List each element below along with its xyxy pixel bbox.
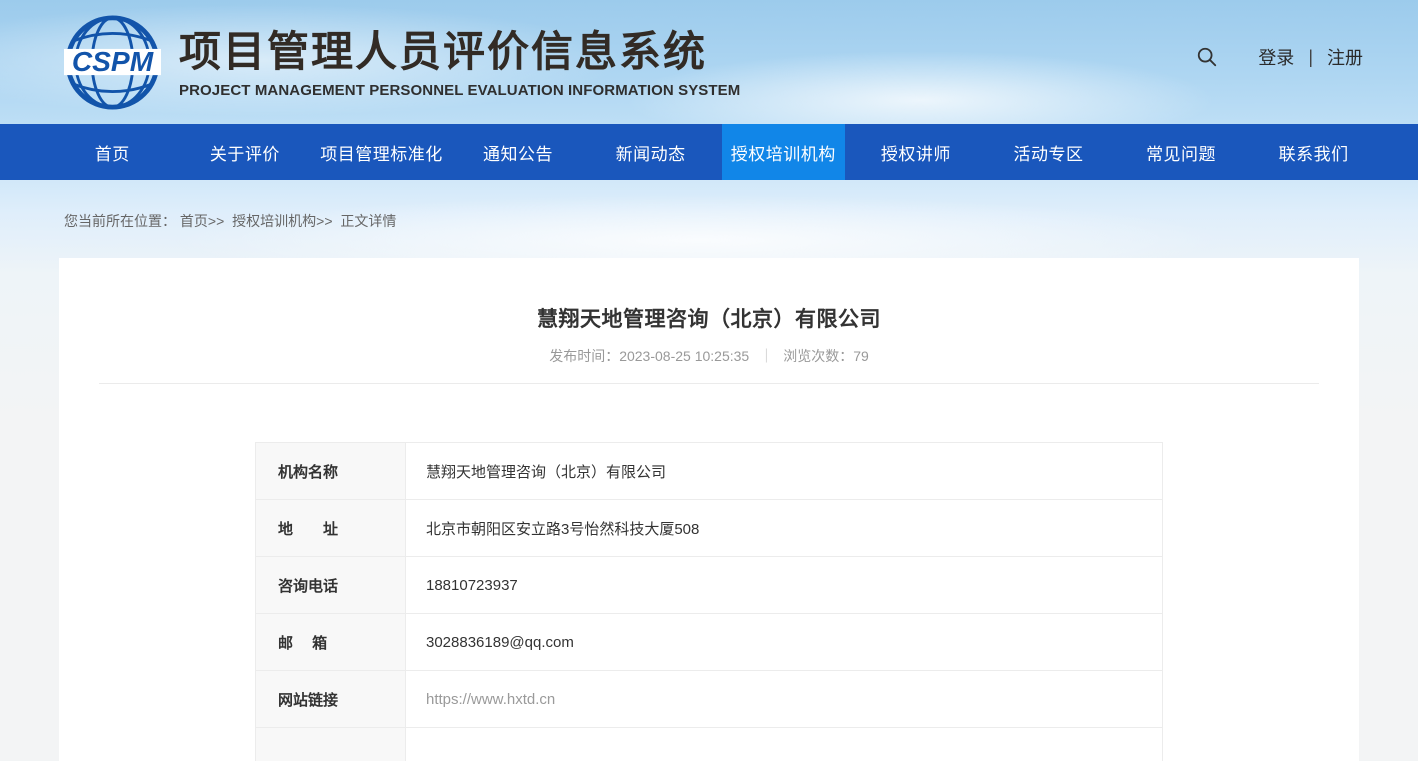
publish-time-label: 发布时间： [549, 348, 619, 364]
nav-link-authorized-lecturers[interactable]: 授权讲师 [872, 124, 960, 180]
table-row-email: 邮 箱 3028836189@qq.com [256, 614, 1163, 671]
table-row-website: 网站链接 https://www.hxtd.cn [256, 671, 1163, 728]
breadcrumb: 您当前所在位置： 首页>> 授权培训机构>> 正文详情 [64, 211, 1418, 231]
article-meta: 发布时间：2023-08-25 10:25:35 ｜ 浏览次数：79 [59, 346, 1359, 366]
cspm-globe-logo: CSPM [64, 14, 161, 111]
nav-item-notices[interactable]: 通知公告 [452, 124, 585, 180]
nav-item-news[interactable]: 新闻动态 [584, 124, 717, 180]
breadcrumb-separator: >> [208, 213, 224, 229]
breadcrumb-link-authorized-training-orgs[interactable]: 授权培训机构 [232, 213, 316, 229]
table-row-org-name: 机构名称 慧翔天地管理咨询（北京）有限公司 [256, 443, 1163, 500]
nav-item-activity-zone[interactable]: 活动专区 [982, 124, 1115, 180]
nav-inner: 首页 关于评价 项目管理标准化 通知公告 新闻动态 授权培训机构 授权讲师 活动… [46, 124, 1380, 180]
main-nav: 首页 关于评价 项目管理标准化 通知公告 新闻动态 授权培训机构 授权讲师 活动… [0, 124, 1418, 180]
views-value: 79 [853, 348, 869, 364]
address-label: 地 址 [256, 500, 406, 557]
org-name-value: 慧翔天地管理咨询（北京）有限公司 [406, 443, 1163, 500]
nav-link-home[interactable]: 首页 [86, 124, 139, 180]
nav-item-about-evaluation[interactable]: 关于评价 [179, 124, 312, 180]
phone-label: 咨询电话 [256, 557, 406, 614]
breadcrumb-separator: >> [316, 213, 332, 229]
table-row-address: 地 址 北京市朝阳区安立路3号怡然科技大厦508 [256, 500, 1163, 557]
nav-link-activity-zone[interactable]: 活动专区 [1004, 124, 1092, 180]
breadcrumb-current-page: 正文详情 [340, 213, 396, 229]
nav-item-faq[interactable]: 常见问题 [1115, 124, 1248, 180]
site-subtitle: PROJECT MANAGEMENT PERSONNEL EVALUATION … [179, 82, 740, 99]
site-title: 项目管理人员评价信息系统 [179, 29, 740, 75]
address-value: 北京市朝阳区安立路3号怡然科技大厦508 [406, 500, 1163, 557]
search-icon[interactable] [1196, 46, 1218, 68]
website-link[interactable]: https://www.hxtd.cn [406, 671, 1163, 728]
nav-item-contact-us[interactable]: 联系我们 [1247, 124, 1380, 180]
table-row-phone: 咨询电话 18810723937 [256, 557, 1163, 614]
org-info-table: 机构名称 慧翔天地管理咨询（北京）有限公司 地 址 北京市朝阳区安立路3号怡然科… [255, 442, 1163, 761]
email-value: 3028836189@qq.com [406, 614, 1163, 671]
nav-link-contact-us[interactable]: 联系我们 [1270, 124, 1358, 180]
empty-row-value [406, 728, 1163, 761]
title-divider-line [99, 383, 1319, 384]
content-card: 慧翔天地管理咨询（北京）有限公司 发布时间：2023-08-25 10:25:3… [59, 258, 1359, 761]
site-header: CSPM 项目管理人员评价信息系统 PROJECT MANAGEMENT PER… [0, 0, 1418, 124]
site-title-block: 项目管理人员评价信息系统 PROJECT MANAGEMENT PERSONNE… [179, 25, 740, 99]
nav-link-faq[interactable]: 常见问题 [1137, 124, 1225, 180]
views-label: 浏览次数： [783, 348, 853, 364]
article-title: 慧翔天地管理咨询（北京）有限公司 [59, 303, 1359, 333]
nav-link-authorized-training-orgs[interactable]: 授权培训机构 [722, 124, 845, 180]
phone-value: 18810723937 [406, 557, 1163, 614]
nav-item-pm-standardization[interactable]: 项目管理标准化 [311, 124, 452, 180]
email-label: 邮 箱 [256, 614, 406, 671]
auth-divider: | [1308, 47, 1313, 68]
nav-item-authorized-training-orgs[interactable]: 授权培训机构 [717, 124, 850, 180]
nav-link-pm-standardization[interactable]: 项目管理标准化 [311, 124, 452, 180]
header-right-actions: 登录 | 注册 [1196, 44, 1363, 70]
org-name-label: 机构名称 [256, 443, 406, 500]
meta-divider: ｜ [759, 348, 773, 364]
nav-link-about-evaluation[interactable]: 关于评价 [201, 124, 289, 180]
logo-cspm-text: CSPM [72, 46, 154, 77]
table-row-empty [256, 728, 1163, 761]
publish-time-value: 2023-08-25 10:25:35 [619, 348, 749, 364]
nav-link-notices[interactable]: 通知公告 [474, 124, 562, 180]
website-label: 网站链接 [256, 671, 406, 728]
breadcrumb-prefix: 您当前所在位置： [64, 213, 176, 229]
register-link[interactable]: 注册 [1327, 44, 1363, 70]
breadcrumb-link-home[interactable]: 首页 [180, 213, 208, 229]
nav-item-home[interactable]: 首页 [46, 124, 179, 180]
empty-row-label [256, 728, 406, 761]
nav-link-news[interactable]: 新闻动态 [607, 124, 695, 180]
nav-item-authorized-lecturers[interactable]: 授权讲师 [850, 124, 983, 180]
login-link[interactable]: 登录 [1258, 44, 1294, 70]
